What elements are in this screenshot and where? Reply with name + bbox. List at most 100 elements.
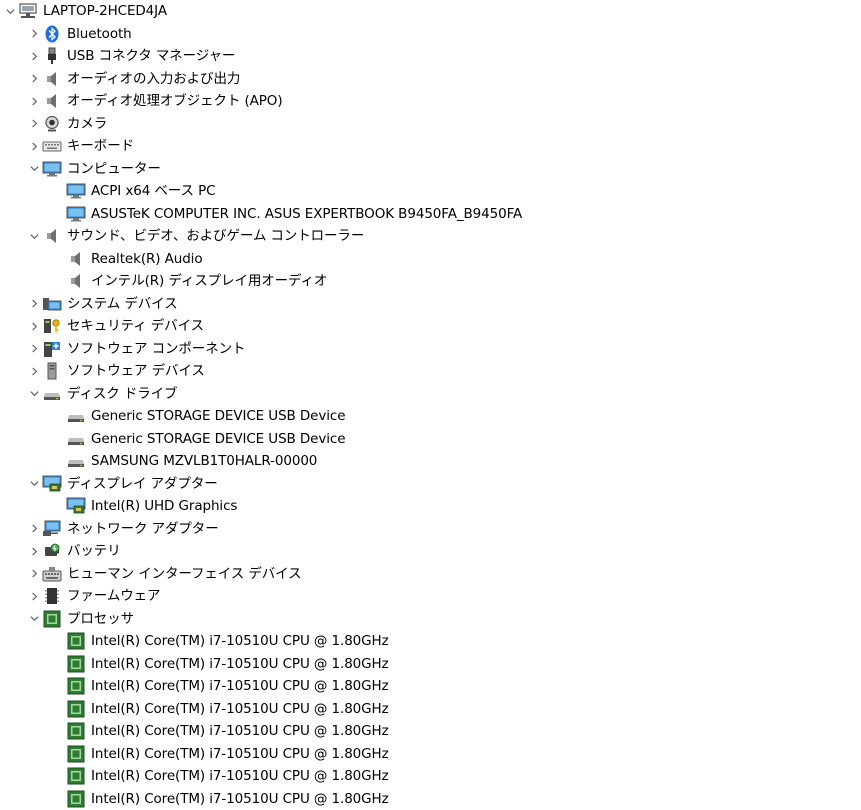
- device-label: Realtek(R) Audio: [91, 248, 203, 270]
- device-tree: LAPTOP-2HCED4JA Bluetooth USB コネクタ マネージャ…: [0, 0, 861, 810]
- chevron-right-icon[interactable]: [27, 360, 41, 382]
- category-security[interactable]: セキュリティ デバイス: [0, 315, 861, 338]
- chevron-right-icon[interactable]: [27, 68, 41, 90]
- category-computer[interactable]: コンピューター: [0, 158, 861, 181]
- device-item[interactable]: Intel(R) UHD Graphics: [0, 495, 861, 518]
- device-item[interactable]: Intel(R) Core(TM) i7-10510U CPU @ 1.80GH…: [0, 630, 861, 653]
- chevron-down-icon[interactable]: [27, 608, 41, 630]
- chevron-right-icon[interactable]: [27, 338, 41, 360]
- category-usb-connector[interactable]: USB コネクタ マネージャー: [0, 45, 861, 68]
- keyboard-icon: [41, 136, 63, 156]
- chevron-right-icon[interactable]: [27, 585, 41, 607]
- bluetooth-icon: [41, 24, 63, 44]
- chevron-right-icon[interactable]: [27, 315, 41, 337]
- device-label: Intel(R) Core(TM) i7-10510U CPU @ 1.80GH…: [91, 675, 389, 697]
- device-item[interactable]: Intel(R) Core(TM) i7-10510U CPU @ 1.80GH…: [0, 743, 861, 766]
- device-item[interactable]: Generic STORAGE DEVICE USB Device: [0, 428, 861, 451]
- category-label: コンピューター: [67, 158, 161, 180]
- category-label: オーディオの入力および出力: [67, 68, 240, 90]
- processor-icon: [65, 789, 87, 809]
- category-display[interactable]: ディスプレイ アダプター: [0, 473, 861, 496]
- processor-icon: [65, 721, 87, 741]
- network-adapter-icon: [41, 519, 63, 539]
- usb-connector-icon: [41, 46, 63, 66]
- disk-drive-icon: [65, 451, 87, 471]
- firmware-icon: [41, 586, 63, 606]
- disk-drive-icon: [65, 406, 87, 426]
- processor-icon: [65, 699, 87, 719]
- device-item[interactable]: ACPI x64 ベース PC: [0, 180, 861, 203]
- device-label: Intel(R) Core(TM) i7-10510U CPU @ 1.80GH…: [91, 720, 389, 742]
- category-disk[interactable]: ディスク ドライブ: [0, 383, 861, 406]
- category-label: ソフトウェア デバイス: [67, 360, 205, 382]
- device-label: インテル(R) ディスプレイ用オーディオ: [91, 270, 327, 292]
- category-firmware[interactable]: ファームウェア: [0, 585, 861, 608]
- monitor-icon: [65, 204, 87, 224]
- chevron-down-icon[interactable]: [27, 225, 41, 247]
- processor-icon: [65, 744, 87, 764]
- monitor-icon: [65, 181, 87, 201]
- chevron-right-icon[interactable]: [27, 45, 41, 67]
- webcam-icon: [41, 114, 63, 134]
- device-item[interactable]: Intel(R) Core(TM) i7-10510U CPU @ 1.80GH…: [0, 720, 861, 743]
- category-label: オーディオ処理オブジェクト (APO): [67, 90, 282, 112]
- chevron-right-icon[interactable]: [27, 563, 41, 585]
- device-item[interactable]: インテル(R) ディスプレイ用オーディオ: [0, 270, 861, 293]
- device-label: Intel(R) Core(TM) i7-10510U CPU @ 1.80GH…: [91, 630, 389, 652]
- category-network[interactable]: ネットワーク アダプター: [0, 518, 861, 541]
- category-system[interactable]: システム デバイス: [0, 293, 861, 316]
- chevron-right-icon[interactable]: [27, 113, 41, 135]
- category-audio-io[interactable]: オーディオの入力および出力: [0, 68, 861, 91]
- device-item[interactable]: Intel(R) Core(TM) i7-10510U CPU @ 1.80GH…: [0, 765, 861, 788]
- category-hid[interactable]: ヒューマン インターフェイス デバイス: [0, 563, 861, 586]
- device-label: Intel(R) Core(TM) i7-10510U CPU @ 1.80GH…: [91, 765, 389, 787]
- chevron-right-icon[interactable]: [27, 293, 41, 315]
- device-item[interactable]: Intel(R) Core(TM) i7-10510U CPU @ 1.80GH…: [0, 653, 861, 676]
- speaker-icon: [41, 226, 63, 246]
- battery-icon: [41, 541, 63, 561]
- device-label: Generic STORAGE DEVICE USB Device: [91, 428, 345, 450]
- category-software-component[interactable]: ソフトウェア コンポーネント: [0, 338, 861, 361]
- processor-icon: [65, 766, 87, 786]
- category-processor[interactable]: プロセッサ: [0, 608, 861, 631]
- device-item[interactable]: Realtek(R) Audio: [0, 248, 861, 271]
- category-keyboard[interactable]: キーボード: [0, 135, 861, 158]
- processor-icon: [65, 654, 87, 674]
- device-label: ASUSTeK COMPUTER INC. ASUS EXPERTBOOK B9…: [91, 203, 522, 225]
- device-item[interactable]: Intel(R) Core(TM) i7-10510U CPU @ 1.80GH…: [0, 698, 861, 721]
- chevron-down-icon[interactable]: [27, 473, 41, 495]
- device-item[interactable]: Intel(R) Core(TM) i7-10510U CPU @ 1.80GH…: [0, 788, 861, 810]
- category-label: カメラ: [67, 113, 107, 135]
- chevron-right-icon[interactable]: [27, 23, 41, 45]
- category-label: ディスク ドライブ: [67, 383, 177, 405]
- chevron-down-icon[interactable]: [27, 158, 41, 180]
- disk-drive-icon: [41, 384, 63, 404]
- device-item[interactable]: ASUSTeK COMPUTER INC. ASUS EXPERTBOOK B9…: [0, 203, 861, 226]
- device-label: Intel(R) Core(TM) i7-10510U CPU @ 1.80GH…: [91, 743, 389, 765]
- device-label: Generic STORAGE DEVICE USB Device: [91, 405, 345, 427]
- category-camera[interactable]: カメラ: [0, 113, 861, 136]
- chevron-right-icon[interactable]: [27, 540, 41, 562]
- category-software-device[interactable]: ソフトウェア デバイス: [0, 360, 861, 383]
- category-battery[interactable]: バッテリ: [0, 540, 861, 563]
- category-label: システム デバイス: [67, 293, 178, 315]
- speaker-icon: [41, 69, 63, 89]
- tree-root[interactable]: LAPTOP-2HCED4JA: [0, 0, 861, 23]
- device-label: Intel(R) UHD Graphics: [91, 495, 237, 517]
- system-device-icon: [41, 294, 63, 314]
- category-audio-apo[interactable]: オーディオ処理オブジェクト (APO): [0, 90, 861, 113]
- category-bluetooth[interactable]: Bluetooth: [0, 23, 861, 46]
- category-sound[interactable]: サウンド、ビデオ、およびゲーム コントローラー: [0, 225, 861, 248]
- monitor-icon: [41, 159, 63, 179]
- category-label: ソフトウェア コンポーネント: [67, 338, 245, 360]
- device-item[interactable]: SAMSUNG MZVLB1T0HALR-00000: [0, 450, 861, 473]
- device-label: SAMSUNG MZVLB1T0HALR-00000: [91, 450, 317, 472]
- chevron-down-icon[interactable]: [27, 383, 41, 405]
- device-item[interactable]: Intel(R) Core(TM) i7-10510U CPU @ 1.80GH…: [0, 675, 861, 698]
- device-item[interactable]: Generic STORAGE DEVICE USB Device: [0, 405, 861, 428]
- chevron-right-icon[interactable]: [27, 135, 41, 157]
- chevron-down-icon[interactable]: [3, 0, 17, 22]
- software-component-icon: [41, 339, 63, 359]
- chevron-right-icon[interactable]: [27, 90, 41, 112]
- chevron-right-icon[interactable]: [27, 518, 41, 540]
